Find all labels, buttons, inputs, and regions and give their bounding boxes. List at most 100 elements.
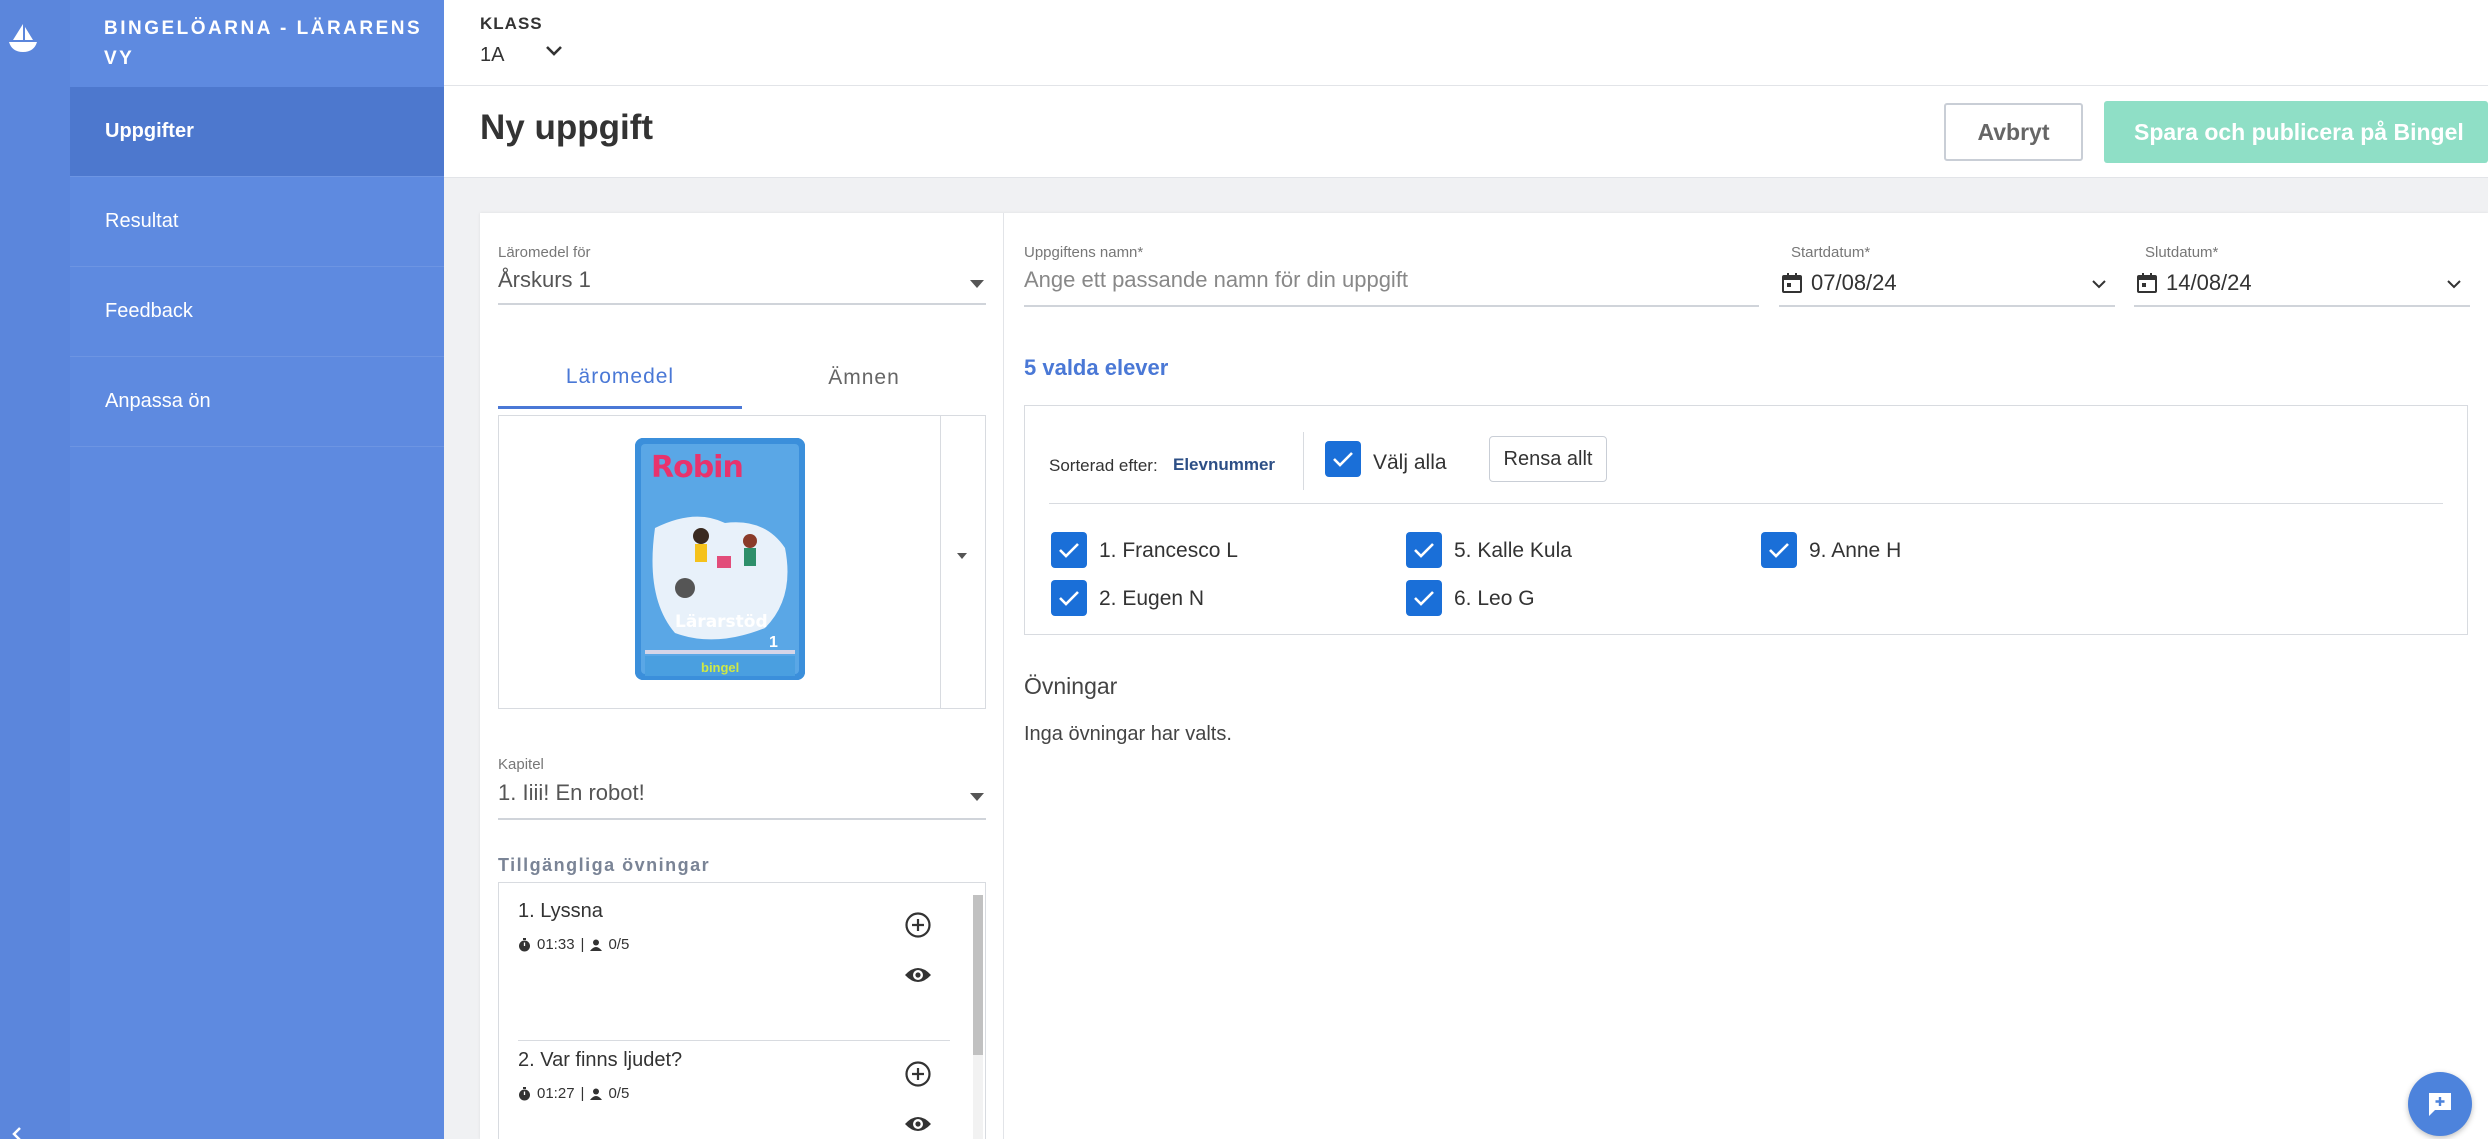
selected-students-count[interactable]: 5 valda elever <box>1024 355 1168 381</box>
caret-down-icon[interactable] <box>957 553 967 559</box>
app-rail <box>0 0 70 1139</box>
caret-down-icon <box>970 280 984 288</box>
sidebar-item-feedback[interactable]: Feedback <box>70 267 444 357</box>
app-brand: BINGELÖARNA - LÄRARENS VY <box>104 18 423 69</box>
divider <box>1049 503 2443 504</box>
chevron-down-icon[interactable] <box>544 44 564 58</box>
start-date-label: Startdatum* <box>1791 244 1871 261</box>
exercise-meta: 01:33 | 0/5 <box>518 936 629 953</box>
book-selector-divider <box>940 416 941 708</box>
sidebar-item-label: Feedback <box>105 300 193 322</box>
end-date-value: 14/08/24 <box>2166 270 2252 295</box>
cancel-button[interactable]: Avbryt <box>1944 103 2083 161</box>
material-panel: Läromedel för Årskurs 1 Läromedel Ämnen <box>480 213 1004 1139</box>
exercise-name: 1. Lyssna <box>518 900 603 922</box>
exercise-students: 0/5 <box>608 1085 630 1102</box>
exercise-time: 01:33 <box>537 936 575 953</box>
exercises-title: Övningar <box>1024 673 1118 699</box>
stopwatch-icon <box>519 937 530 951</box>
scrollbar-thumb[interactable] <box>973 895 983 1055</box>
person-icon <box>590 939 603 951</box>
check-icon <box>1414 591 1434 606</box>
sidebar-item-uppgifter[interactable]: Uppgifter <box>70 87 444 177</box>
island-boat-icon[interactable] <box>4 18 42 56</box>
sidebar-item-label: Anpassa ön <box>105 390 211 412</box>
book-cover[interactable]: Robin Lärarstöd 1 bingel <box>635 438 805 680</box>
klass-label: KLASS <box>480 14 543 33</box>
student-checkbox[interactable] <box>1406 532 1442 568</box>
start-date-value: 07/08/24 <box>1811 270 1897 295</box>
end-date-picker[interactable]: 14/08/24 <box>2134 267 2470 307</box>
laromedel-value: Årskurs 1 <box>498 267 591 292</box>
clear-all-button[interactable]: Rensa allt <box>1489 436 1607 482</box>
student-name[interactable]: 5. Kalle Kula <box>1454 539 1572 563</box>
page-header: Ny uppgift Avbryt Spara och publicera på… <box>444 86 2488 178</box>
tab-laromedel[interactable]: Läromedel <box>498 347 742 409</box>
calendar-icon <box>2137 273 2157 293</box>
caret-down-icon <box>970 793 984 801</box>
available-exercises-title: Tillgängliga övningar <box>498 855 711 875</box>
student-name[interactable]: 2. Eugen N <box>1099 587 1204 611</box>
meta-separator: | <box>580 936 585 953</box>
kapitel-label: Kapitel <box>498 756 544 773</box>
divider <box>1303 432 1304 490</box>
stopwatch-icon <box>519 1086 530 1100</box>
exercise-meta: 01:27 | 0/5 <box>518 1085 629 1102</box>
chevron-left-icon[interactable] <box>6 1126 30 1139</box>
assignment-name-input[interactable]: Ange ett passande namn för din uppgift <box>1024 267 1759 307</box>
book-subtitle: Lärarstöd <box>675 612 768 632</box>
book-selector: Robin Lärarstöd 1 bingel <box>498 415 986 709</box>
class-bar: KLASS 1A <box>444 0 2488 86</box>
check-icon <box>1414 543 1434 558</box>
book-title: Robin <box>651 450 744 485</box>
sidebar-item-label: Uppgifter <box>105 120 194 142</box>
eye-icon[interactable] <box>904 1112 932 1136</box>
sidebar-item-anpassa-on[interactable]: Anpassa ön <box>70 357 444 447</box>
student-name[interactable]: 9. Anne H <box>1809 539 1901 563</box>
sort-select[interactable]: Elevnummer <box>1173 455 1275 475</box>
assignment-form: Läromedel för Årskurs 1 Läromedel Ämnen <box>480 213 2488 1139</box>
laromedel-label: Läromedel för <box>498 244 591 261</box>
check-icon <box>1333 452 1353 467</box>
student-checkbox[interactable] <box>1051 532 1087 568</box>
select-all-checkbox[interactable] <box>1325 441 1361 477</box>
plus-circle-icon[interactable] <box>904 1060 932 1088</box>
start-date-picker[interactable]: 07/08/24 <box>1779 267 2115 307</box>
save-publish-button[interactable]: Spara och publicera på Bingel <box>2104 101 2488 163</box>
laromedel-select[interactable]: Årskurs 1 <box>498 267 986 305</box>
kapitel-value: 1. Iiii! En robot! <box>498 780 645 805</box>
sidebar: BINGELÖARNA - LÄRARENS VY Uppgifter Resu… <box>70 0 444 1139</box>
sidebar-item-resultat[interactable]: Resultat <box>70 177 444 267</box>
chat-button[interactable] <box>2408 1072 2472 1136</box>
list-item: 1. Lyssna 01:33 | 0/5 <box>518 883 950 1031</box>
student-selector: Sorterad efter: Elevnummer Välj alla Ren… <box>1024 405 2468 635</box>
assignment-name-label: Uppgiftens namn* <box>1024 244 1144 261</box>
klass-select[interactable]: 1A <box>480 44 504 67</box>
eye-icon[interactable] <box>904 963 932 987</box>
check-icon <box>1769 543 1789 558</box>
chevron-down-icon <box>2092 280 2106 289</box>
end-date-label: Slutdatum* <box>2145 244 2219 261</box>
kapitel-select[interactable]: 1. Iiii! En robot! <box>498 780 986 820</box>
calendar-icon <box>1782 273 1802 293</box>
meta-separator: | <box>580 1085 585 1102</box>
book-grade: 1 <box>769 634 778 651</box>
student-checkbox[interactable] <box>1406 580 1442 616</box>
book-publisher: bingel <box>701 660 740 675</box>
chevron-down-icon <box>2447 280 2461 289</box>
assignment-details: Uppgiftens namn* Ange ett passande namn … <box>1005 213 2488 1139</box>
plus-circle-icon[interactable] <box>904 911 932 939</box>
scrollbar[interactable] <box>973 895 983 1139</box>
check-icon <box>1059 591 1079 606</box>
student-checkbox[interactable] <box>1761 532 1797 568</box>
student-name[interactable]: 6. Leo G <box>1454 587 1535 611</box>
chat-plus-icon <box>2429 1093 2451 1116</box>
tab-amnen[interactable]: Ämnen <box>742 347 986 409</box>
student-name[interactable]: 1. Francesco L <box>1099 539 1238 563</box>
check-icon <box>1059 543 1079 558</box>
student-checkbox[interactable] <box>1051 580 1087 616</box>
exercise-name: 2. Var finns ljudet? <box>518 1049 683 1071</box>
select-all-label[interactable]: Välj alla <box>1373 451 1447 475</box>
sidebar-item-label: Resultat <box>105 210 179 232</box>
exercise-list[interactable]: 1. Lyssna 01:33 | 0/5 2. Var finns ljude… <box>498 882 986 1139</box>
